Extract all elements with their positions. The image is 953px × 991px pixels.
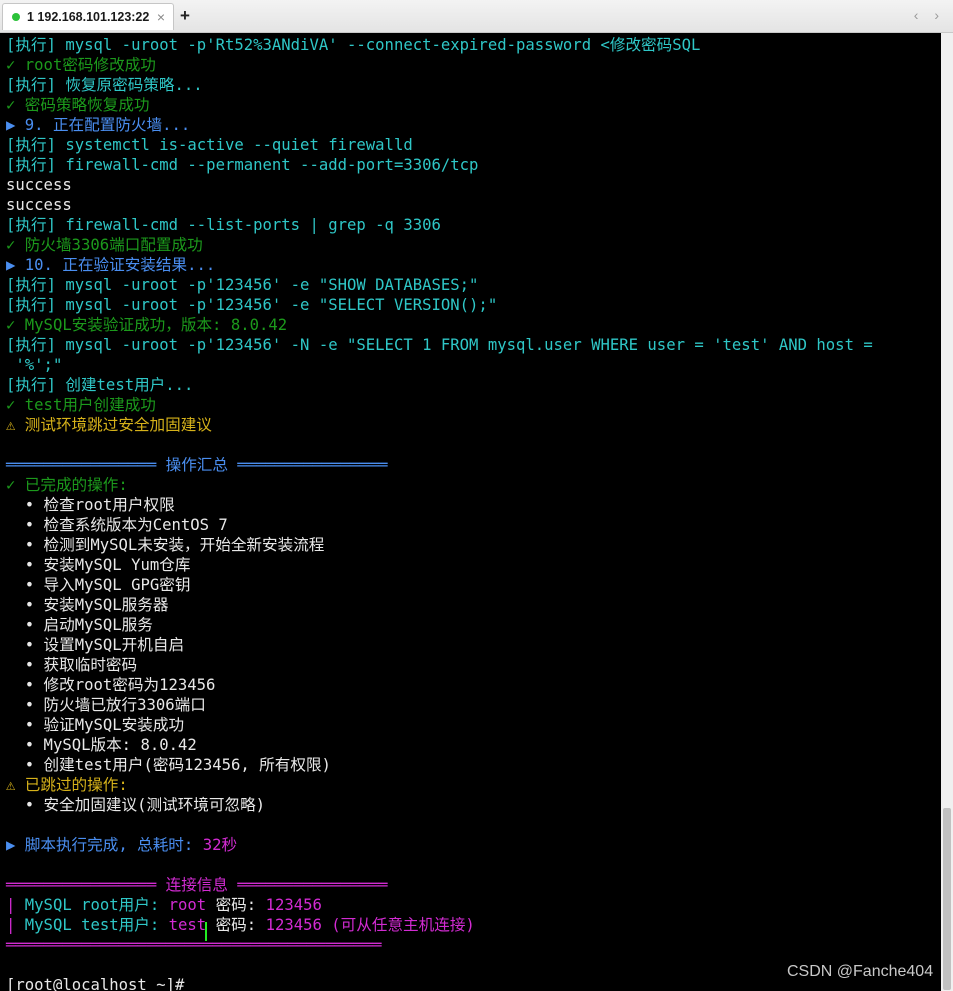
terminal-line: ════════════════ 连接信息 ════════════════ [6, 876, 388, 894]
terminal-line: ✓ 密码策略恢复成功 [6, 96, 150, 114]
session-tab-label: 1 192.168.101.123:22 [27, 10, 150, 24]
terminal-text-segment: | [6, 916, 25, 934]
terminal-line: ▶ 10. 正在验证安装结果... [6, 256, 216, 274]
terminal-line: ⚠ 已跳过的操作: [6, 776, 128, 794]
terminal-line: • 设置MySQL开机自启 [6, 636, 185, 654]
terminal-line: '%';" [6, 356, 63, 374]
terminal-line: • 检查系统版本为CentOS 7 [6, 516, 228, 534]
terminal-line: • 安全加固建议(测试环境可忽略) [6, 796, 266, 814]
tab-bar: 1 192.168.101.123:22 × + ‹ › [0, 0, 953, 33]
terminal-line: [执行] firewall-cmd --list-ports | grep -q… [6, 216, 441, 234]
terminal-line: ════════════════ 操作汇总 ════════════════ [6, 456, 388, 474]
terminal-line: • MySQL版本: 8.0.42 [6, 736, 197, 754]
terminal-line: success [6, 176, 72, 194]
terminal-text-segment: MySQL root用户: [24, 896, 169, 914]
tab-scroll-arrows-icon[interactable]: ‹ › [914, 7, 945, 23]
terminal-line: ════════════════════════════════════════ [6, 936, 382, 954]
terminal-scrollbar[interactable] [941, 33, 953, 991]
terminal-line: ✓ test用户创建成功 [6, 396, 156, 414]
terminal-text-segment: 123456 (可从任意主机连接) [265, 916, 475, 934]
terminal-line: success [6, 196, 72, 214]
terminal-line: • 检查root用户权限 [6, 496, 175, 514]
terminal-line: | MySQL root用户: root 密码: 123456 [6, 895, 322, 915]
terminal-line: • 导入MySQL GPG密钥 [6, 576, 191, 594]
terminal-line: ▶ 9. 正在配置防火墙... [6, 116, 191, 134]
terminal-line: • 修改root密码为123456 [6, 676, 216, 694]
terminal-text-segment: | [6, 896, 25, 914]
terminal-line: ▶ 脚本执行完成, 总耗时: 32秒 [6, 835, 237, 855]
terminal-line: • 安装MySQL服务器 [6, 596, 169, 614]
terminal-text-segment: 123456 [265, 896, 322, 914]
terminal-line: • 启动MySQL服务 [6, 616, 153, 634]
terminal-line: • 安装MySQL Yum仓库 [6, 556, 191, 574]
terminal-line: ✓ 防火墙3306端口配置成功 [6, 236, 203, 254]
terminal-line: [执行] 恢复原密码策略... [6, 76, 203, 94]
terminal-line: ✓ 已完成的操作: [6, 476, 128, 494]
terminal-line: ✓ root密码修改成功 [6, 56, 156, 74]
terminal-cursor [205, 922, 207, 941]
terminal-text-segment: test [168, 916, 207, 934]
terminal-line: • 验证MySQL安装成功 [6, 716, 185, 734]
terminal-line: ✓ MySQL安装验证成功，版本: 8.0.42 [6, 316, 288, 334]
terminal-line: • 检测到MySQL未安装，开始全新安装流程 [6, 536, 325, 554]
session-tab[interactable]: 1 192.168.101.123:22 × [2, 3, 174, 30]
terminal-text-segment: 32秒 [202, 836, 238, 854]
terminal-text-segment: 密码: [206, 896, 266, 914]
terminal-line: [执行] firewall-cmd --permanent --add-port… [6, 156, 479, 174]
terminal-line: [执行] systemctl is-active --quiet firewal… [6, 136, 413, 154]
terminal-line: [执行] mysql -uroot -p'123456' -e "SHOW DA… [6, 276, 479, 294]
connected-status-icon [12, 13, 20, 21]
terminal-line: [执行] mysql -uroot -p'123456' -N -e "SELE… [6, 336, 873, 354]
terminal-line: [执行] 创建test用户... [6, 376, 194, 394]
terminal-line: | MySQL test用户: test 密码: 123456 (可从任意主机连… [6, 915, 475, 935]
watermark: CSDN @Fanche404 [787, 963, 934, 980]
terminal-line: • 创建test用户(密码123456, 所有权限) [6, 756, 331, 774]
scrollbar-thumb[interactable] [943, 808, 951, 990]
terminal-line: • 防火墙已放行3306端口 [6, 696, 206, 714]
terminal-line: [执行] mysql -uroot -p'123456' -e "SELECT … [6, 296, 498, 314]
terminal-text-segment: root [168, 896, 207, 914]
terminal-text-segment: 密码: [206, 916, 266, 934]
terminal-text-segment: ▶ 脚本执行完成, 总耗时: [6, 836, 203, 854]
terminal-line: • 获取临时密码 [6, 656, 138, 674]
terminal-output[interactable]: [执行] mysql -uroot -p'Rt52%3ANdiVA' --con… [0, 33, 941, 991]
terminal-text-segment: MySQL test用户: [24, 916, 169, 934]
terminal-line: [执行] mysql -uroot -p'Rt52%3ANdiVA' --con… [6, 36, 701, 54]
close-tab-icon[interactable]: × [157, 9, 165, 25]
terminal-line: ⚠ 测试环境跳过安全加固建议 [6, 416, 212, 434]
add-tab-button[interactable]: + [180, 6, 190, 26]
terminal-line: [root@localhost ~]# [6, 976, 194, 991]
